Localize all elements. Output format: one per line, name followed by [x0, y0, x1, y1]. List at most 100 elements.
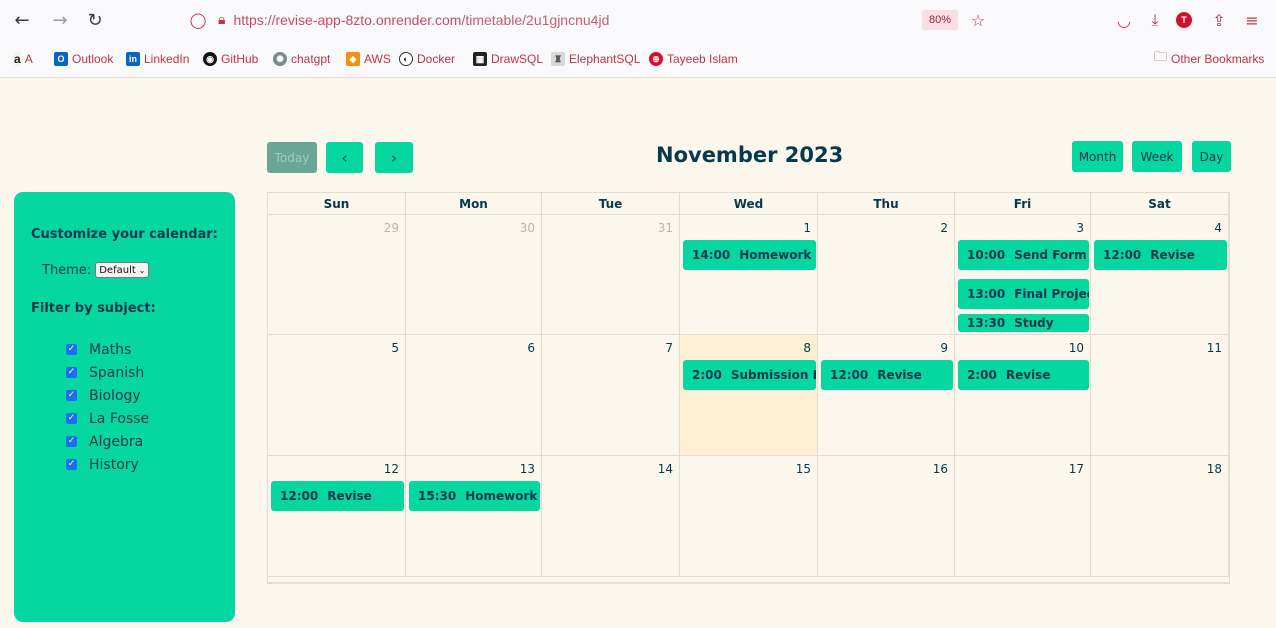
- day-number[interactable]: 12: [384, 462, 399, 476]
- day-number[interactable]: 10: [1069, 341, 1084, 355]
- calendar-event[interactable]: 10:00 Send Form: [958, 240, 1089, 270]
- day-cell[interactable]: 29: [268, 215, 406, 335]
- back-arrow-icon[interactable]: ←: [10, 8, 34, 32]
- bookmark-drawsql[interactable]: ▦ DrawSQL: [473, 51, 543, 67]
- day-number[interactable]: 31: [658, 221, 673, 235]
- day-cell[interactable]: 2: [818, 215, 955, 335]
- day-number[interactable]: 30: [520, 221, 535, 235]
- event-title: Final Project: [1014, 287, 1089, 301]
- pocket-icon[interactable]: ◡: [1112, 8, 1136, 32]
- calendar-event[interactable]: 12:00 Revise: [821, 360, 953, 390]
- day-number[interactable]: 16: [933, 462, 948, 476]
- bookmark-amazon[interactable]: a A: [14, 51, 33, 67]
- day-cell[interactable]: 8: [680, 335, 818, 456]
- day-number[interactable]: 4: [1214, 221, 1222, 235]
- weekday-header: Wed: [680, 193, 818, 215]
- day-cell[interactable]: 10: [955, 335, 1091, 456]
- day-cell[interactable]: 18: [1091, 456, 1229, 577]
- day-number[interactable]: 17: [1069, 462, 1084, 476]
- day-cell[interactable]: 9: [818, 335, 955, 456]
- bookmark-linkedin[interactable]: in LinkedIn: [126, 51, 189, 67]
- other-bookmarks[interactable]: 🗀 Other Bookmarks: [1154, 49, 1264, 67]
- filter-algebra[interactable]: ✓ Algebra: [66, 430, 149, 453]
- reload-icon[interactable]: ↻: [83, 8, 107, 32]
- bookmark-chatgpt[interactable]: ✺ chatgpt: [273, 51, 330, 67]
- calendar-event[interactable]: 12:00 Revise: [271, 481, 404, 511]
- profile-avatar[interactable]: T: [1172, 8, 1196, 32]
- calendar-event[interactable]: 2:00 Submission Deadline: [683, 360, 816, 390]
- download-icon[interactable]: ⤓: [1143, 8, 1167, 32]
- day-cell[interactable]: 15: [680, 456, 818, 577]
- elephantsql-icon: ♜: [551, 52, 565, 66]
- day-number[interactable]: 5: [391, 341, 399, 355]
- share-icon[interactable]: ⇪: [1207, 8, 1231, 32]
- bookmark-tayeeb[interactable]: ⊕ Tayeeb Islam: [649, 51, 738, 67]
- bookmark-docker[interactable]: ◐ Docker: [399, 51, 455, 67]
- day-cell[interactable]: 1: [680, 215, 818, 335]
- day-cell[interactable]: 14: [542, 456, 680, 577]
- calendar-event[interactable]: 2:00 Revise: [958, 360, 1089, 390]
- bookmark-github[interactable]: ◉ GitHub: [203, 51, 258, 67]
- bookmark-outlook[interactable]: O Outlook: [54, 51, 113, 67]
- week-view-button[interactable]: Week: [1132, 141, 1182, 172]
- month-view-button[interactable]: Month: [1072, 141, 1123, 172]
- shield-icon[interactable]: ◯: [186, 8, 210, 32]
- filter-maths[interactable]: ✓ Maths: [66, 338, 149, 361]
- filter-biology[interactable]: ✓ Biology: [66, 384, 149, 407]
- checkbox-checked-icon[interactable]: ✓: [66, 390, 77, 401]
- day-cell[interactable]: 16: [818, 456, 955, 577]
- checkbox-checked-icon[interactable]: ✓: [66, 459, 77, 470]
- day-number[interactable]: 7: [665, 341, 673, 355]
- calendar-event[interactable]: 12:00 Revise: [1094, 240, 1227, 270]
- day-number[interactable]: 13: [520, 462, 535, 476]
- forward-arrow-icon[interactable]: →: [48, 8, 72, 32]
- day-number[interactable]: 18: [1207, 462, 1222, 476]
- address-bar[interactable]: 🔒︎ https://revise-app-8zto.onrender.com/…: [218, 7, 609, 33]
- menu-icon[interactable]: ≡: [1240, 8, 1264, 32]
- checkbox-checked-icon[interactable]: ✓: [66, 413, 77, 424]
- bookmark-aws[interactable]: ◆ AWS: [346, 51, 391, 67]
- day-number[interactable]: 29: [384, 221, 399, 235]
- zoom-badge[interactable]: 80%: [922, 10, 958, 30]
- day-cell[interactable]: 13: [406, 456, 542, 577]
- filter-la-fosse[interactable]: ✓ La Fosse: [66, 407, 149, 430]
- day-cell[interactable]: 17: [955, 456, 1091, 577]
- day-number[interactable]: 9: [940, 341, 948, 355]
- day-cell[interactable]: 5: [268, 335, 406, 456]
- day-number[interactable]: 1: [803, 221, 811, 235]
- day-cell[interactable]: 11: [1091, 335, 1229, 456]
- day-number[interactable]: 14: [658, 462, 673, 476]
- day-number[interactable]: 8: [803, 341, 811, 355]
- today-button[interactable]: Today: [267, 142, 317, 173]
- filter-spanish[interactable]: ✓ Spanish: [66, 361, 149, 384]
- day-number[interactable]: 6: [527, 341, 535, 355]
- event-time: 14:00: [692, 248, 731, 262]
- event-time: 12:00: [830, 368, 869, 382]
- prev-button[interactable]: ‹: [326, 142, 363, 173]
- filter-history[interactable]: ✓ History: [66, 453, 149, 476]
- day-view-button[interactable]: Day: [1192, 141, 1231, 172]
- calendar-event[interactable]: 13:00 Final Project: [958, 279, 1089, 309]
- day-number[interactable]: 3: [1076, 221, 1084, 235]
- calendar-event[interactable]: 13:30 Study: [958, 314, 1089, 332]
- day-cell[interactable]: 31: [542, 215, 680, 335]
- theme-select[interactable]: Default ⌄: [95, 262, 150, 278]
- day-cell[interactable]: 6: [406, 335, 542, 456]
- checkbox-checked-icon[interactable]: ✓: [66, 436, 77, 447]
- weekday-header: Fri: [955, 193, 1091, 215]
- checkbox-checked-icon[interactable]: ✓: [66, 344, 77, 355]
- day-number[interactable]: 2: [940, 221, 948, 235]
- bookmark-elephantsql[interactable]: ♜ ElephantSQL: [551, 51, 640, 67]
- day-number[interactable]: 15: [796, 462, 811, 476]
- star-icon[interactable]: ☆: [966, 8, 990, 32]
- day-cell[interactable]: 12: [268, 456, 406, 577]
- day-cell[interactable]: 30: [406, 215, 542, 335]
- day-cell[interactable]: 7: [542, 335, 680, 456]
- bookmark-label: Docker: [417, 52, 456, 66]
- next-button[interactable]: ›: [375, 142, 413, 173]
- day-number[interactable]: 11: [1207, 341, 1222, 355]
- calendar-event[interactable]: 14:00 Homework: [683, 240, 816, 270]
- checkbox-checked-icon[interactable]: ✓: [66, 367, 77, 378]
- calendar-event[interactable]: 15:30 Homework: [409, 481, 540, 511]
- day-cell[interactable]: 4: [1091, 215, 1229, 335]
